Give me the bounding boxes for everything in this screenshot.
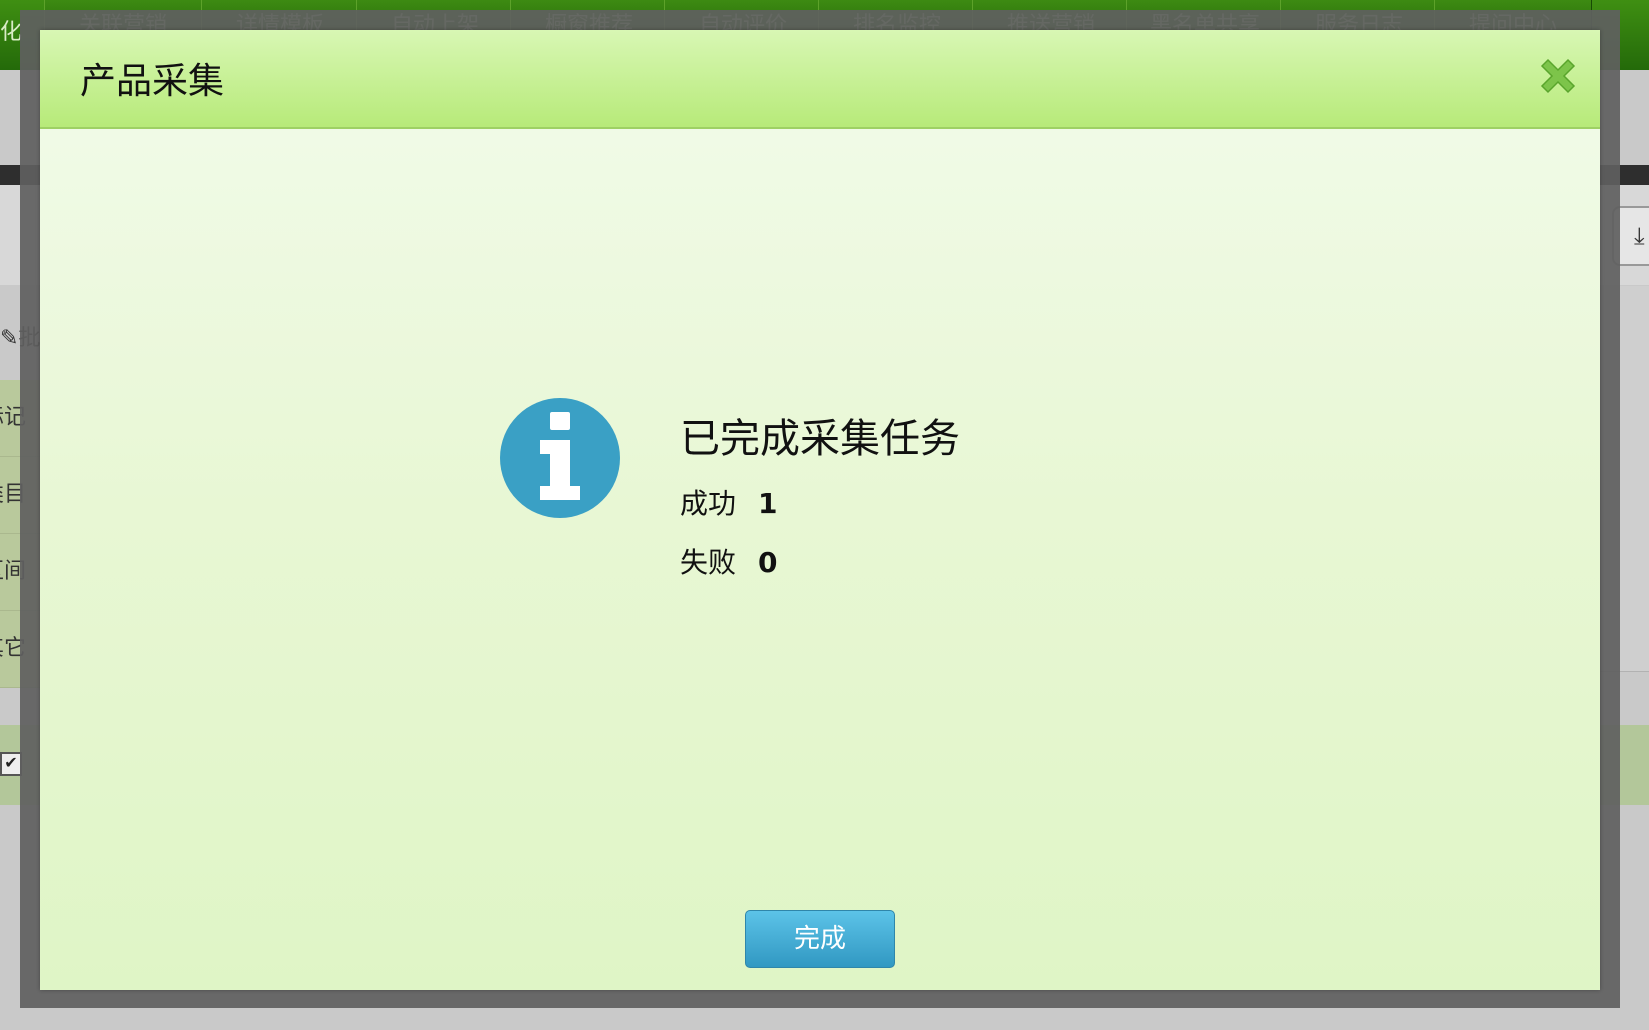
- message-title: 已完成采集任务: [680, 416, 960, 462]
- fail-stat: 失败 0: [680, 541, 778, 581]
- fail-count: 0: [758, 546, 778, 579]
- fail-label: 失败: [680, 546, 737, 579]
- page: 化 关联营销 详情模板 自动上架 橱窗推荐 自动评价 排名监控 推送营销 黑名单…: [0, 0, 1649, 1030]
- background-checkbox[interactable]: ✔: [0, 752, 22, 776]
- background-nav-first: 化: [0, 20, 23, 45]
- success-label: 成功: [680, 487, 737, 520]
- dialog-header: 产品采集: [40, 30, 1600, 129]
- dialog-title: 产品采集: [80, 61, 225, 102]
- product-collect-dialog: 产品采集 已完成采集任务 成功 1 失败 0 完成: [40, 30, 1600, 990]
- done-button[interactable]: 完成: [745, 910, 895, 968]
- success-count: 1: [758, 487, 778, 520]
- close-icon[interactable]: [1534, 52, 1582, 100]
- info-icon: [500, 398, 620, 518]
- success-stat: 成功 1: [680, 482, 778, 522]
- pencil-icon: ✎: [0, 326, 19, 351]
